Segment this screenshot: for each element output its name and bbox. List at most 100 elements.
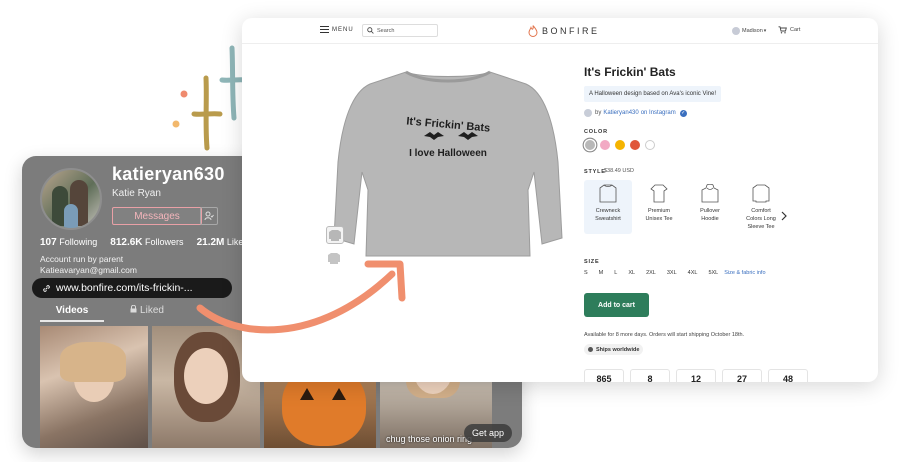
shirt-print-line2: I love Halloween xyxy=(409,148,487,159)
hamburger-icon xyxy=(320,26,329,33)
arrow-decoration xyxy=(196,260,406,334)
color-swatches xyxy=(585,140,660,150)
color-swatch[interactable] xyxy=(600,140,610,150)
search-icon xyxy=(367,27,374,34)
creator-link[interactable]: Katieryan430 xyxy=(603,110,638,116)
style-options: Crewneck Sweatshirt Premium Unisex Tee P… xyxy=(584,180,788,234)
color-swatch[interactable] xyxy=(630,140,640,150)
user-menu[interactable]: Madison ▾ xyxy=(732,27,766,35)
countdown-counters: 865 8 12 27 48 xyxy=(584,369,814,382)
color-swatch[interactable] xyxy=(645,140,655,150)
cart-icon xyxy=(778,26,787,34)
color-swatch[interactable] xyxy=(585,140,595,150)
lock-icon xyxy=(130,304,137,313)
style-name: Sleeve Tee xyxy=(747,224,775,230)
user-check-icon xyxy=(204,211,214,221)
bio-email: Katieavaryan@gmail.com xyxy=(40,265,137,275)
product-description: A Halloween design based on Ava's iconic… xyxy=(584,86,722,102)
profile-avatar[interactable] xyxy=(40,168,102,230)
following-count: 107 xyxy=(40,237,57,248)
color-label: COLOR xyxy=(584,129,608,135)
availability-notice: Available for 8 more days. Orders will s… xyxy=(584,332,745,338)
link-icon xyxy=(43,284,50,292)
followers-label: Followers xyxy=(145,237,184,247)
logo-text: BONFIRE xyxy=(542,26,600,36)
tab-liked[interactable]: Liked xyxy=(117,304,177,316)
add-to-cart-button[interactable]: Add to cart xyxy=(584,293,649,317)
profile-bio: Account run by parent Katieavaryan@gmail… xyxy=(40,254,137,276)
counter-value: 8 xyxy=(630,369,670,382)
tab-liked-label: Liked xyxy=(140,305,164,316)
counter-value: 48 xyxy=(768,369,808,382)
user-name: Madison xyxy=(742,28,763,34)
size-option[interactable]: L xyxy=(614,270,617,276)
profile-link-text: www.bonfire.com/its-frickin-... xyxy=(56,282,193,294)
creator-byline: by Katieryan430 on Instagram ✓ xyxy=(584,109,687,117)
counter-value: 865 xyxy=(584,369,624,382)
chevron-down-icon: ▾ xyxy=(763,28,767,34)
style-crewneck-sweatshirt[interactable]: Crewneck Sweatshirt xyxy=(584,180,632,234)
top-nav: MENU Search BONFIRE Madison ▾ Cart xyxy=(242,18,878,44)
style-name: Comfort xyxy=(751,208,771,214)
following-label: Following xyxy=(59,237,98,247)
creator-avatar xyxy=(584,109,592,117)
style-name: Unisex Tee xyxy=(645,216,673,222)
flame-icon xyxy=(528,25,538,37)
style-name: Colors Long xyxy=(746,216,776,222)
style-price: $38.49 USD xyxy=(604,168,634,174)
size-option[interactable]: 5XL xyxy=(708,270,718,276)
verified-icon: ✓ xyxy=(679,109,687,117)
counter-value: 12 xyxy=(676,369,716,382)
hoodie-icon xyxy=(701,184,719,203)
size-label: SIZE xyxy=(584,259,600,265)
video-thumbnail[interactable] xyxy=(40,326,148,448)
style-premium-unisex-tee[interactable]: Premium Unisex Tee xyxy=(635,180,683,234)
tab-videos[interactable]: Videos xyxy=(40,305,104,322)
ships-label: Ships worldwide xyxy=(596,346,640,353)
size-option[interactable]: XL xyxy=(628,270,635,276)
cart-button[interactable]: Cart xyxy=(778,26,800,34)
style-label: STYLE xyxy=(584,169,606,175)
profile-stats: 107 Following 812.6K Followers 21.2M Lik… xyxy=(40,237,248,248)
bonfire-logo[interactable]: BONFIRE xyxy=(528,25,600,37)
color-swatch[interactable] xyxy=(615,140,625,150)
profile-display-name: Katie Ryan xyxy=(112,188,161,199)
size-option[interactable]: 4XL xyxy=(688,270,698,276)
size-option[interactable]: M xyxy=(599,270,604,276)
globe-icon xyxy=(588,347,593,352)
size-fabric-info-link[interactable]: Size & fabric info xyxy=(724,270,765,276)
product-image: It's Frickin' Bats I love Halloween xyxy=(333,70,563,257)
search-input[interactable]: Search xyxy=(362,24,438,37)
menu-button[interactable]: MENU xyxy=(320,26,354,33)
product-thumbnail-front[interactable] xyxy=(326,226,344,244)
search-placeholder: Search xyxy=(377,27,395,34)
likes-count: 21.2M xyxy=(196,237,225,248)
size-option[interactable]: 2XL xyxy=(646,270,656,276)
style-name: Sweatshirt xyxy=(595,216,621,222)
profile-username: katieryan630 xyxy=(112,164,225,184)
avatar xyxy=(732,27,740,35)
creator-platform[interactable]: on Instagram xyxy=(641,110,676,116)
video-caption: chug those onion ring xyxy=(386,434,473,444)
follow-user-button[interactable] xyxy=(200,207,218,225)
size-option[interactable]: S xyxy=(584,270,588,276)
get-app-button[interactable]: Get app xyxy=(463,424,512,442)
style-name: Premium xyxy=(647,208,670,214)
byline-prefix: by xyxy=(595,110,602,116)
style-name: Pullover xyxy=(700,208,720,214)
chevron-right-icon[interactable] xyxy=(780,211,788,221)
counter-value: 27 xyxy=(722,369,762,382)
menu-label: MENU xyxy=(332,26,354,33)
style-name: Crewneck xyxy=(595,208,621,214)
style-name: Hoodie xyxy=(701,216,719,222)
followers-count: 812.6K xyxy=(110,237,143,248)
cart-label: Cart xyxy=(790,27,801,33)
product-title: It's Frickin' Bats xyxy=(584,65,676,79)
size-options: S M L XL 2XL 3XL 4XL 5XL Size & fabric i… xyxy=(584,270,766,276)
messages-button[interactable]: Messages xyxy=(112,207,202,225)
style-pullover-hoodie[interactable]: Pullover Hoodie xyxy=(686,180,734,234)
size-option[interactable]: 3XL xyxy=(667,270,677,276)
style-comfort-colors-long-sleeve[interactable]: Comfort Colors Long Sleeve Tee xyxy=(737,180,785,234)
ships-worldwide-badge: Ships worldwide xyxy=(584,344,644,355)
tshirt-icon xyxy=(650,184,668,203)
